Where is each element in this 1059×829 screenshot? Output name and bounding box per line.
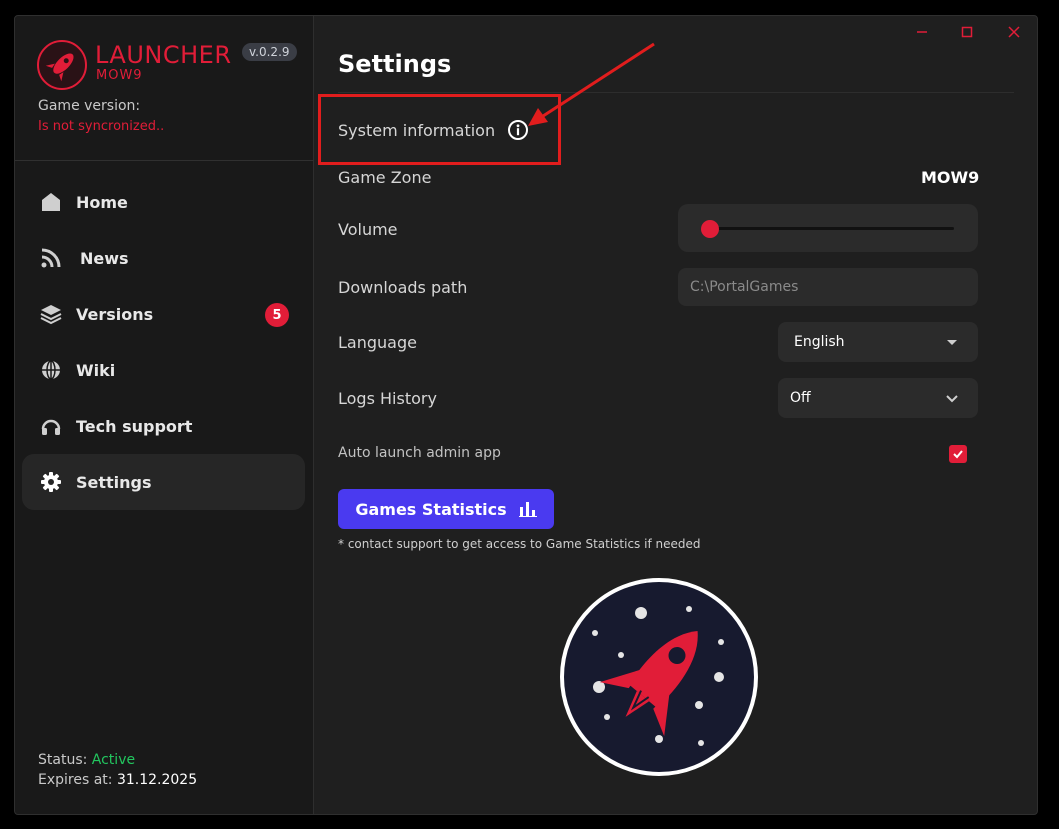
- checkmark-icon: [953, 450, 963, 459]
- sidebar-item-settings[interactable]: Settings: [22, 454, 305, 510]
- volume-slider-thumb[interactable]: [700, 220, 719, 238]
- headphones-icon: [40, 415, 62, 437]
- logs-history-selected-value: Off: [790, 390, 811, 406]
- sidebar-item-tech-support[interactable]: Tech support: [22, 398, 305, 454]
- brand-name: LAUNCHER: [95, 41, 232, 69]
- logs-history-label: Logs History: [338, 389, 437, 408]
- game-zone-label: Game Zone: [338, 168, 432, 187]
- sidebar-item-wiki[interactable]: Wiki: [22, 342, 305, 398]
- downloads-path-label: Downloads path: [338, 278, 468, 297]
- version-badge: v.0.2.9: [242, 43, 297, 61]
- caret-down-icon: [947, 340, 957, 345]
- sidebar: LAUNCHER MOW9 v.0.2.9 Game version: Is n…: [15, 16, 314, 814]
- game-version-status: Is not syncronized..: [38, 119, 165, 134]
- expires-date: 31.12.2025: [116, 772, 198, 788]
- language-selected-value: English: [794, 334, 845, 350]
- app-window: LAUNCHER MOW9 v.0.2.9 Game version: Is n…: [14, 15, 1038, 815]
- title-divider: [338, 92, 1014, 93]
- expires-label: Expires at:: [38, 772, 113, 788]
- logs-history-select[interactable]: Off: [778, 378, 978, 418]
- sidebar-item-home[interactable]: Home: [22, 174, 305, 230]
- sidebar-item-versions[interactable]: Versions 5: [22, 286, 305, 342]
- page-title: Settings: [338, 50, 452, 78]
- downloads-path-input[interactable]: [678, 268, 978, 306]
- sidebar-item-news[interactable]: News: [22, 230, 305, 286]
- annotation-highlight-box: [318, 94, 561, 165]
- rss-icon: [40, 247, 62, 269]
- language-label: Language: [338, 333, 417, 352]
- sidebar-item-label: News: [80, 248, 129, 268]
- volume-slider-track[interactable]: [700, 220, 954, 238]
- games-statistics-note: * contact support to get access to Game …: [338, 537, 701, 551]
- game-zone-value: MOW9: [921, 168, 980, 187]
- sidebar-item-label: Home: [76, 192, 128, 212]
- auto-launch-checkbox[interactable]: [949, 445, 967, 463]
- sidebar-item-label: Settings: [76, 472, 152, 492]
- game-version-label: Game version:: [38, 98, 141, 114]
- chevron-down-icon: [946, 395, 958, 403]
- home-icon: [40, 191, 62, 213]
- sidebar-item-label: Wiki: [76, 360, 116, 380]
- games-statistics-button[interactable]: Games Statistics: [338, 489, 554, 529]
- sidebar-item-label: Versions: [76, 304, 154, 324]
- versions-count-badge: 5: [265, 303, 289, 327]
- bar-chart-icon: [518, 502, 537, 517]
- globe-icon: [40, 359, 62, 381]
- rocket-logo-icon: [37, 40, 87, 90]
- rocket-illustration: [559, 577, 759, 777]
- account-status: Status: Active: [38, 752, 135, 768]
- layers-icon: [40, 303, 62, 325]
- brand: LAUNCHER MOW9 v.0.2.9: [37, 40, 307, 90]
- gear-icon: [40, 471, 62, 493]
- status-label: Status:: [38, 752, 88, 768]
- sidebar-divider: [15, 160, 314, 161]
- games-statistics-label: Games Statistics: [355, 499, 507, 519]
- brand-subtitle: MOW9: [96, 68, 143, 83]
- auto-launch-label: Auto launch admin app: [338, 445, 501, 461]
- volume-slider[interactable]: [678, 204, 978, 252]
- expiry-info: Expires at: 31.12.2025: [38, 772, 197, 788]
- sidebar-nav: Home News Versions 5 Wiki Tech support S…: [22, 174, 305, 510]
- sidebar-item-label: Tech support: [76, 416, 193, 436]
- language-select[interactable]: English: [778, 322, 978, 362]
- status-value: Active: [91, 752, 136, 768]
- volume-label: Volume: [338, 220, 398, 239]
